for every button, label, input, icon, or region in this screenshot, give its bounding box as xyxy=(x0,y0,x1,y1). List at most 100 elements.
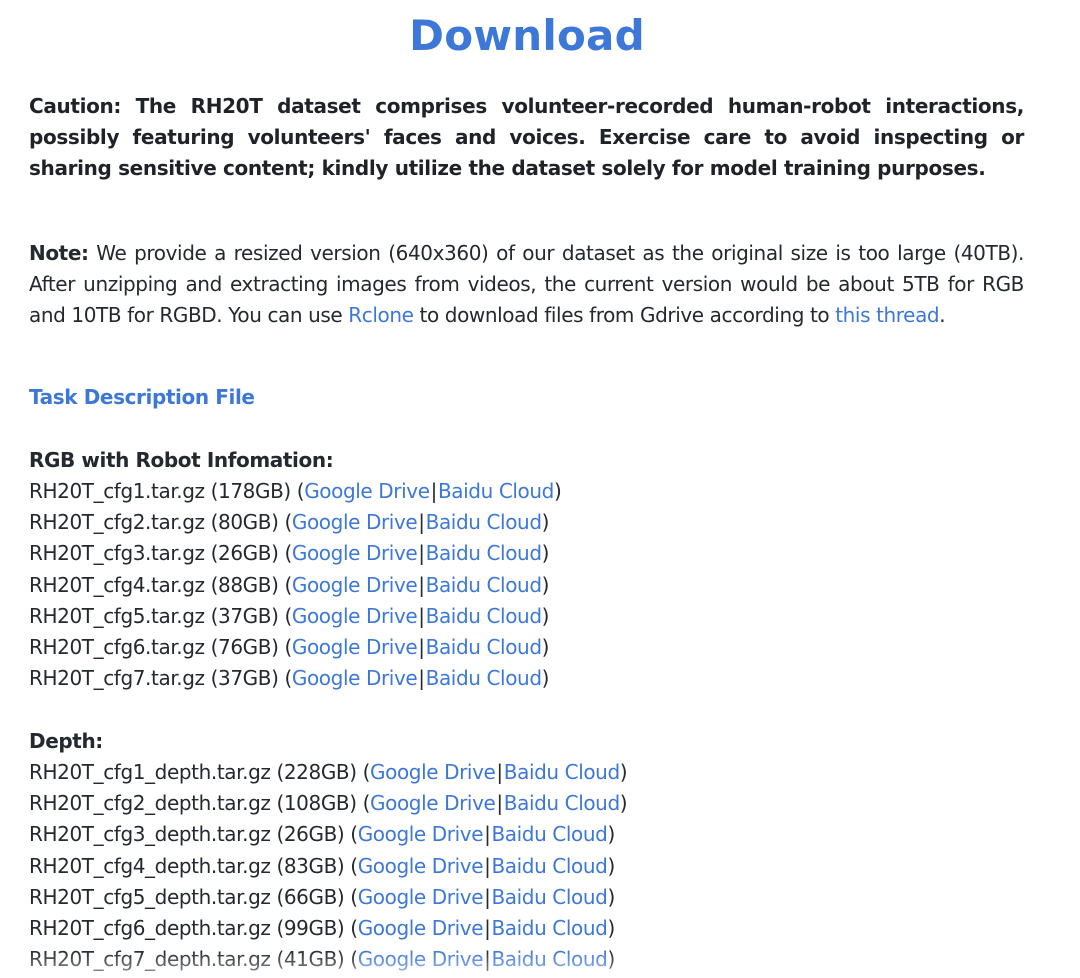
file-row: RH20T_cfg5_depth.tar.gz (66GB) (Google D… xyxy=(29,882,627,913)
google-drive-link[interactable]: Google Drive xyxy=(292,604,418,628)
close-paren: ) xyxy=(607,853,615,878)
file-name: RH20T_cfg3.tar.gz xyxy=(29,541,205,566)
file-name: RH20T_cfg4_depth.tar.gz xyxy=(29,853,271,878)
file-size: (108GB) xyxy=(276,791,357,816)
file-size: (26GB) xyxy=(210,541,279,566)
close-paren: ) xyxy=(607,947,615,972)
open-paren: ( xyxy=(350,822,358,847)
file-row: RH20T_cfg2_depth.tar.gz (108GB) (Google … xyxy=(29,788,628,819)
file-row: RH20T_cfg2.tar.gz (80GB) (Google Drive|B… xyxy=(29,507,561,538)
file-name: RH20T_cfg3_depth.tar.gz xyxy=(29,822,271,847)
baidu-cloud-link[interactable]: Baidu Cloud xyxy=(504,760,620,784)
file-size: (26GB) xyxy=(276,822,345,847)
file-row: RH20T_cfg3_depth.tar.gz (26GB) (Google D… xyxy=(29,819,627,850)
file-row: RH20T_cfg7_depth.tar.gz (41GB) (Google D… xyxy=(29,944,627,975)
link-separator: | xyxy=(496,760,503,784)
open-paren: ( xyxy=(284,572,292,597)
google-drive-link[interactable]: Google Drive xyxy=(370,760,496,784)
file-row: RH20T_cfg4.tar.gz (88GB) (Google Drive|B… xyxy=(29,570,561,601)
file-name: RH20T_cfg5.tar.gz xyxy=(29,603,205,628)
task-description-file-link[interactable]: Task Description File xyxy=(29,382,255,413)
baidu-cloud-link[interactable]: Baidu Cloud xyxy=(491,916,607,940)
file-name: RH20T_cfg2.tar.gz xyxy=(29,510,205,535)
close-paren: ) xyxy=(541,666,550,691)
note-text-2: to download files from Gdrive according … xyxy=(413,303,836,327)
open-paren: ( xyxy=(362,760,371,784)
file-size: (41GB) xyxy=(276,947,345,972)
open-paren: ( xyxy=(284,634,292,659)
file-size: (88GB) xyxy=(210,572,279,597)
baidu-cloud-link[interactable]: Baidu Cloud xyxy=(426,541,542,565)
link-separator: | xyxy=(418,603,425,628)
note-paragraph: Note: We provide a resized version (640x… xyxy=(29,238,1024,331)
google-drive-link[interactable]: Google Drive xyxy=(292,573,418,597)
close-paren: ) xyxy=(541,603,550,628)
open-paren: ( xyxy=(350,915,358,940)
download-page: Download Caution: The RH20T dataset comp… xyxy=(0,0,1080,978)
link-separator: | xyxy=(418,572,425,597)
baidu-cloud-link[interactable]: Baidu Cloud xyxy=(491,947,607,971)
baidu-cloud-link[interactable]: Baidu Cloud xyxy=(426,635,542,659)
file-size: (80GB) xyxy=(210,510,279,535)
file-name: RH20T_cfg2_depth.tar.gz xyxy=(29,791,271,816)
open-paren: ( xyxy=(284,541,292,566)
file-size: (83GB) xyxy=(276,853,345,878)
rgb-section-heading: RGB with Robot Infomation: xyxy=(29,448,334,472)
google-drive-link[interactable]: Google Drive xyxy=(358,854,484,878)
link-separator: | xyxy=(418,541,425,566)
close-paren: ) xyxy=(619,760,628,784)
file-row: RH20T_cfg6.tar.gz (76GB) (Google Drive|B… xyxy=(29,632,561,663)
baidu-cloud-link[interactable]: Baidu Cloud xyxy=(426,666,542,690)
file-name: RH20T_cfg6_depth.tar.gz xyxy=(29,915,271,940)
link-separator: | xyxy=(430,479,438,503)
file-name: RH20T_cfg6.tar.gz xyxy=(29,634,205,659)
close-paren: ) xyxy=(541,572,550,597)
google-drive-link[interactable]: Google Drive xyxy=(292,541,418,565)
close-paren: ) xyxy=(553,479,562,503)
google-drive-link[interactable]: Google Drive xyxy=(358,885,484,909)
page-title: Download xyxy=(409,11,645,60)
file-row: RH20T_cfg3.tar.gz (26GB) (Google Drive|B… xyxy=(29,538,561,569)
rgb-section: RGB with Robot Infomation: RH20T_cfg1.ta… xyxy=(29,445,562,694)
baidu-cloud-link[interactable]: Baidu Cloud xyxy=(491,854,607,878)
open-paren: ( xyxy=(350,947,358,972)
google-drive-link[interactable]: Google Drive xyxy=(304,479,430,503)
note-label: Note: xyxy=(29,241,89,265)
rclone-link[interactable]: Rclone xyxy=(348,303,414,327)
baidu-cloud-link[interactable]: Baidu Cloud xyxy=(491,885,607,909)
file-row: RH20T_cfg1.tar.gz (178GB) (Google Drive|… xyxy=(29,476,562,507)
baidu-cloud-link[interactable]: Baidu Cloud xyxy=(426,604,542,628)
file-row: RH20T_cfg6_depth.tar.gz (99GB) (Google D… xyxy=(29,913,627,944)
file-size: (76GB) xyxy=(210,634,279,659)
baidu-cloud-link[interactable]: Baidu Cloud xyxy=(426,510,542,534)
close-paren: ) xyxy=(541,634,550,659)
file-size: (66GB) xyxy=(276,884,345,909)
google-drive-link[interactable]: Google Drive xyxy=(358,916,484,940)
file-name: RH20T_cfg7.tar.gz xyxy=(29,666,205,691)
close-paren: ) xyxy=(541,510,550,535)
baidu-cloud-link[interactable]: Baidu Cloud xyxy=(426,573,542,597)
file-row: RH20T_cfg7.tar.gz (37GB) (Google Drive|B… xyxy=(29,663,561,694)
baidu-cloud-link[interactable]: Baidu Cloud xyxy=(438,479,554,503)
close-paren: ) xyxy=(607,822,615,847)
google-drive-link[interactable]: Google Drive xyxy=(358,822,484,846)
google-drive-link[interactable]: Google Drive xyxy=(358,947,484,971)
file-name: RH20T_cfg7_depth.tar.gz xyxy=(29,947,271,972)
this-thread-link[interactable]: this thread xyxy=(835,303,939,327)
open-paren: ( xyxy=(362,791,371,816)
file-size: (99GB) xyxy=(276,915,345,940)
file-row: RH20T_cfg1_depth.tar.gz (228GB) (Google … xyxy=(29,757,628,788)
google-drive-link[interactable]: Google Drive xyxy=(292,635,418,659)
google-drive-link[interactable]: Google Drive xyxy=(292,666,418,690)
google-drive-link[interactable]: Google Drive xyxy=(292,510,418,534)
baidu-cloud-link[interactable]: Baidu Cloud xyxy=(504,791,620,815)
baidu-cloud-link[interactable]: Baidu Cloud xyxy=(491,822,607,846)
file-row: RH20T_cfg4_depth.tar.gz (83GB) (Google D… xyxy=(29,851,627,882)
link-separator: | xyxy=(418,666,425,691)
file-name: RH20T_cfg5_depth.tar.gz xyxy=(29,884,271,909)
file-size: (37GB) xyxy=(210,666,279,691)
google-drive-link[interactable]: Google Drive xyxy=(370,791,496,815)
file-size: (228GB) xyxy=(276,760,357,784)
close-paren: ) xyxy=(619,791,628,816)
file-name: RH20T_cfg4.tar.gz xyxy=(29,572,205,597)
